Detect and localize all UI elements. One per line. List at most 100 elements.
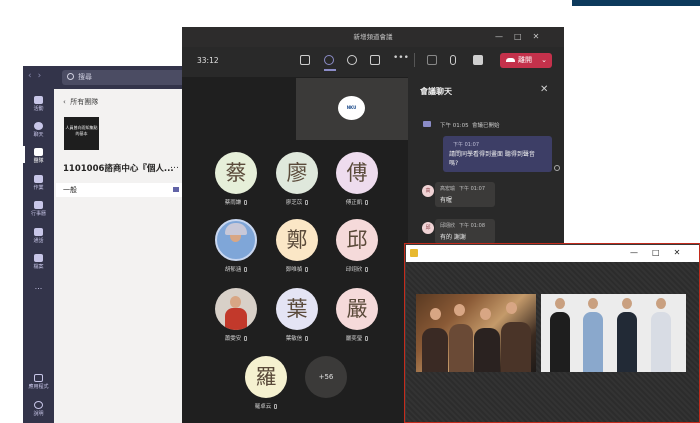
meeting-window-controls: —□✕ [495,27,565,47]
person-body [474,328,500,372]
meeting-camera-icon [173,187,179,192]
more-icon: ... [34,282,43,291]
chat-active-indicator [324,69,336,71]
participant-name: 邱翊欣 [327,265,387,273]
participant-photo-avatar[interactable] [215,219,257,261]
participant-avatar[interactable]: 邱 [336,219,378,261]
rail-label: 行事曆 [30,211,46,217]
leave-dropdown-chevron[interactable]: ⌄ [541,53,547,68]
search-placeholder: 搜尋 [78,73,92,81]
rail-item-chat[interactable]: 聊天 [23,122,54,138]
message-text: 有的 謝謝 [440,234,466,241]
channel-item-general[interactable]: 一般 [56,183,183,197]
participant-avatar[interactable]: 鄭 [276,219,318,261]
person-body [422,328,448,372]
interview-candidates-photo [541,294,686,372]
close-chat-icon[interactable]: ✕ [540,84,548,95]
mic-muted-icon [365,200,369,205]
child-clothes [225,308,247,330]
message-meta: 高宏瑜 下午 01:07 [440,186,486,192]
more-participants-badge[interactable]: +56 [305,356,347,398]
maximize-button[interactable]: □ [514,32,533,41]
microphone-icon[interactable] [450,55,456,65]
person-head [588,298,598,309]
meeting-timer: 33:12 [197,56,219,65]
rail-item-activity[interactable]: 活動 [23,96,54,112]
participant-avatar[interactable]: 葉 [276,288,318,330]
nav-arrows[interactable]: ‹› [28,71,47,81]
reactions-icon[interactable] [347,55,357,65]
rail-label: 團隊 [33,158,44,164]
more-actions-icon[interactable]: ••• [393,54,409,65]
chat-toggle-icon[interactable] [324,55,334,65]
popup-close-button[interactable]: ✕ [674,248,695,257]
person-face [506,302,517,314]
participant-name: 嚴奕瑩 [327,334,387,342]
rail-item-apps[interactable]: 應用程式 [23,374,54,390]
person-head [622,298,632,309]
toolbar-divider [414,53,415,67]
participant-avatar[interactable]: 廖 [276,152,318,194]
participant-avatar[interactable]: 羅 [245,356,287,398]
channel-label: 一般 [63,186,77,194]
assignments-icon [34,175,43,183]
participant-avatar[interactable]: 蔡 [215,152,257,194]
calendar-icon [34,201,43,209]
participant-avatar[interactable]: 嚴 [336,288,378,330]
close-window-button[interactable]: ✕ [533,32,551,41]
all-teams-link[interactable]: ‹ 所有團隊 [63,97,98,107]
person-face [430,308,441,320]
person-suit [550,312,570,372]
rail-item-calls[interactable]: 通話 [23,228,54,244]
team-more-button[interactable]: … [170,161,179,171]
forward-arrow-icon[interactable]: › [38,71,48,81]
participant-name: 傅正凱 [327,198,387,206]
rail-item-help[interactable]: 說明 [23,401,54,417]
mic-muted-icon [244,336,248,341]
back-arrow-icon[interactable]: ‹ [28,71,38,81]
person-face [454,304,465,316]
chat-bubble: 邱翊欣 下午 01:08 有的 謝謝 [435,219,495,244]
message-meta: 邱翊欣 下午 01:08 [440,223,486,229]
meeting-started-icon [423,121,431,127]
popup-maximize-button[interactable]: □ [652,248,674,257]
all-teams-label: 所有團隊 [70,98,99,106]
minimize-button[interactable]: — [495,32,514,41]
mic-muted-icon [305,200,309,205]
participant-photo-avatar[interactable] [215,288,257,330]
apps-icon [34,374,43,382]
rail-item-files[interactable]: 檔案 [23,254,54,270]
teams-icon [34,148,43,156]
my-chat-bubble: 下午 01:07 請問同學看得到畫面 聽得到聲音 嗎? [443,136,552,172]
participant-name: 鄭唯禎 [267,265,327,273]
chat-icon [34,122,43,130]
rail-item-more[interactable]: ... [23,282,54,291]
mic-muted-icon [244,267,248,272]
rail-label: 通話 [33,238,44,244]
popup-minimize-button[interactable]: — [630,248,652,257]
search-icon [67,73,74,80]
search-input[interactable]: 搜尋 [62,70,187,85]
files-icon [34,254,43,262]
participant-name: 胡郁涵 [206,265,266,273]
rail-label: 檔案 [33,264,44,270]
friends-photo [416,294,536,372]
share-screen-icon[interactable] [473,55,483,65]
mic-muted-icon [244,200,248,205]
system-message-time: 下午 01:05 [440,123,469,129]
rail-item-assignments[interactable]: 作業 [23,175,54,191]
rail-item-teams[interactable]: 團隊 [23,146,54,164]
participant-avatar[interactable]: 傅 [336,152,378,194]
read-receipt-icon [554,165,560,171]
rail-item-calendar[interactable]: 行事曆 [23,201,54,217]
person-head [656,298,666,309]
rooms-icon[interactable] [370,55,380,65]
popup-window-controls: —□✕ [630,244,694,261]
background-window-strip [572,0,700,6]
participants-icon[interactable] [300,55,310,65]
person-suit [617,312,637,372]
team-thumbnail: 人員曾向而知集點的基本 [64,117,99,150]
camera-off-icon[interactable] [427,55,437,65]
chat-panel-title: 會議聊天 [420,87,452,96]
leave-button[interactable]: 離開 ⌄ [500,53,552,68]
